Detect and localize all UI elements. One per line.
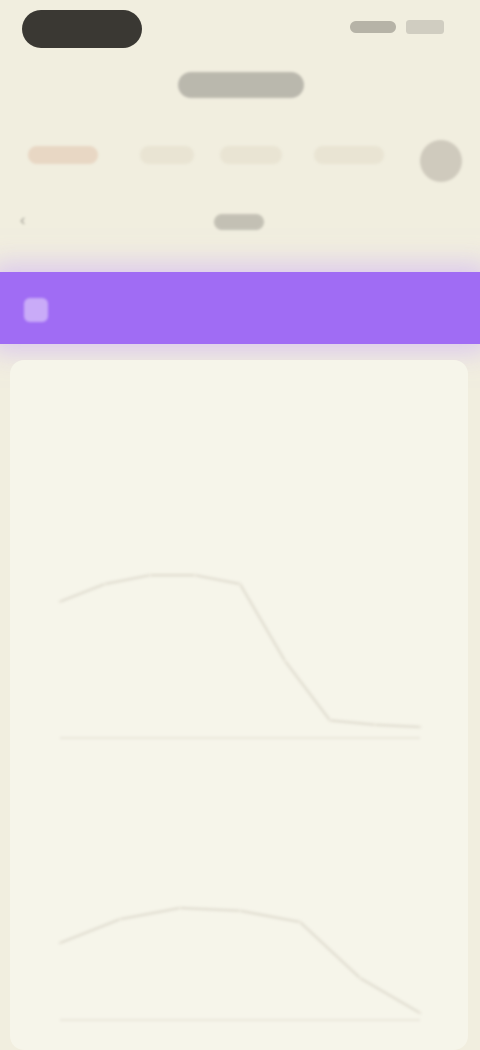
chart-point (418, 725, 422, 729)
status-app-pill-icon (22, 10, 142, 48)
status-icons (350, 20, 444, 34)
chart-2 (58, 906, 422, 1021)
tab-bar (0, 130, 480, 180)
chart-point (148, 573, 152, 577)
page-title (178, 72, 304, 98)
promo-banner[interactable] (0, 272, 480, 344)
chart-point (328, 718, 332, 722)
tab-1[interactable] (28, 146, 98, 164)
chart-point (118, 917, 122, 921)
chart-point (358, 976, 362, 980)
tab-4[interactable] (314, 146, 384, 164)
profile-avatar-icon[interactable] (420, 140, 462, 182)
chart-1 (58, 573, 422, 739)
back-icon[interactable]: ‹ (20, 212, 25, 230)
chart-point (283, 659, 287, 663)
chart-point (178, 906, 182, 910)
content-card (10, 360, 468, 1050)
tab-3[interactable] (220, 146, 282, 164)
chart-point (298, 920, 302, 924)
chart-point (238, 582, 242, 586)
chart-point (103, 582, 107, 586)
signal-icon (350, 21, 396, 33)
tab-2[interactable] (140, 146, 194, 164)
chart-point (418, 1011, 422, 1015)
status-bar (0, 0, 480, 60)
chart-point (58, 941, 62, 945)
chart-series-line (59, 906, 421, 1015)
battery-icon (406, 20, 444, 34)
chart-point (238, 909, 242, 913)
chart-point (193, 573, 197, 577)
chart-point (373, 723, 377, 727)
banner-icon (24, 298, 48, 322)
chart-point (58, 600, 62, 604)
chart-series-line (59, 573, 421, 729)
sub-title (214, 214, 264, 230)
